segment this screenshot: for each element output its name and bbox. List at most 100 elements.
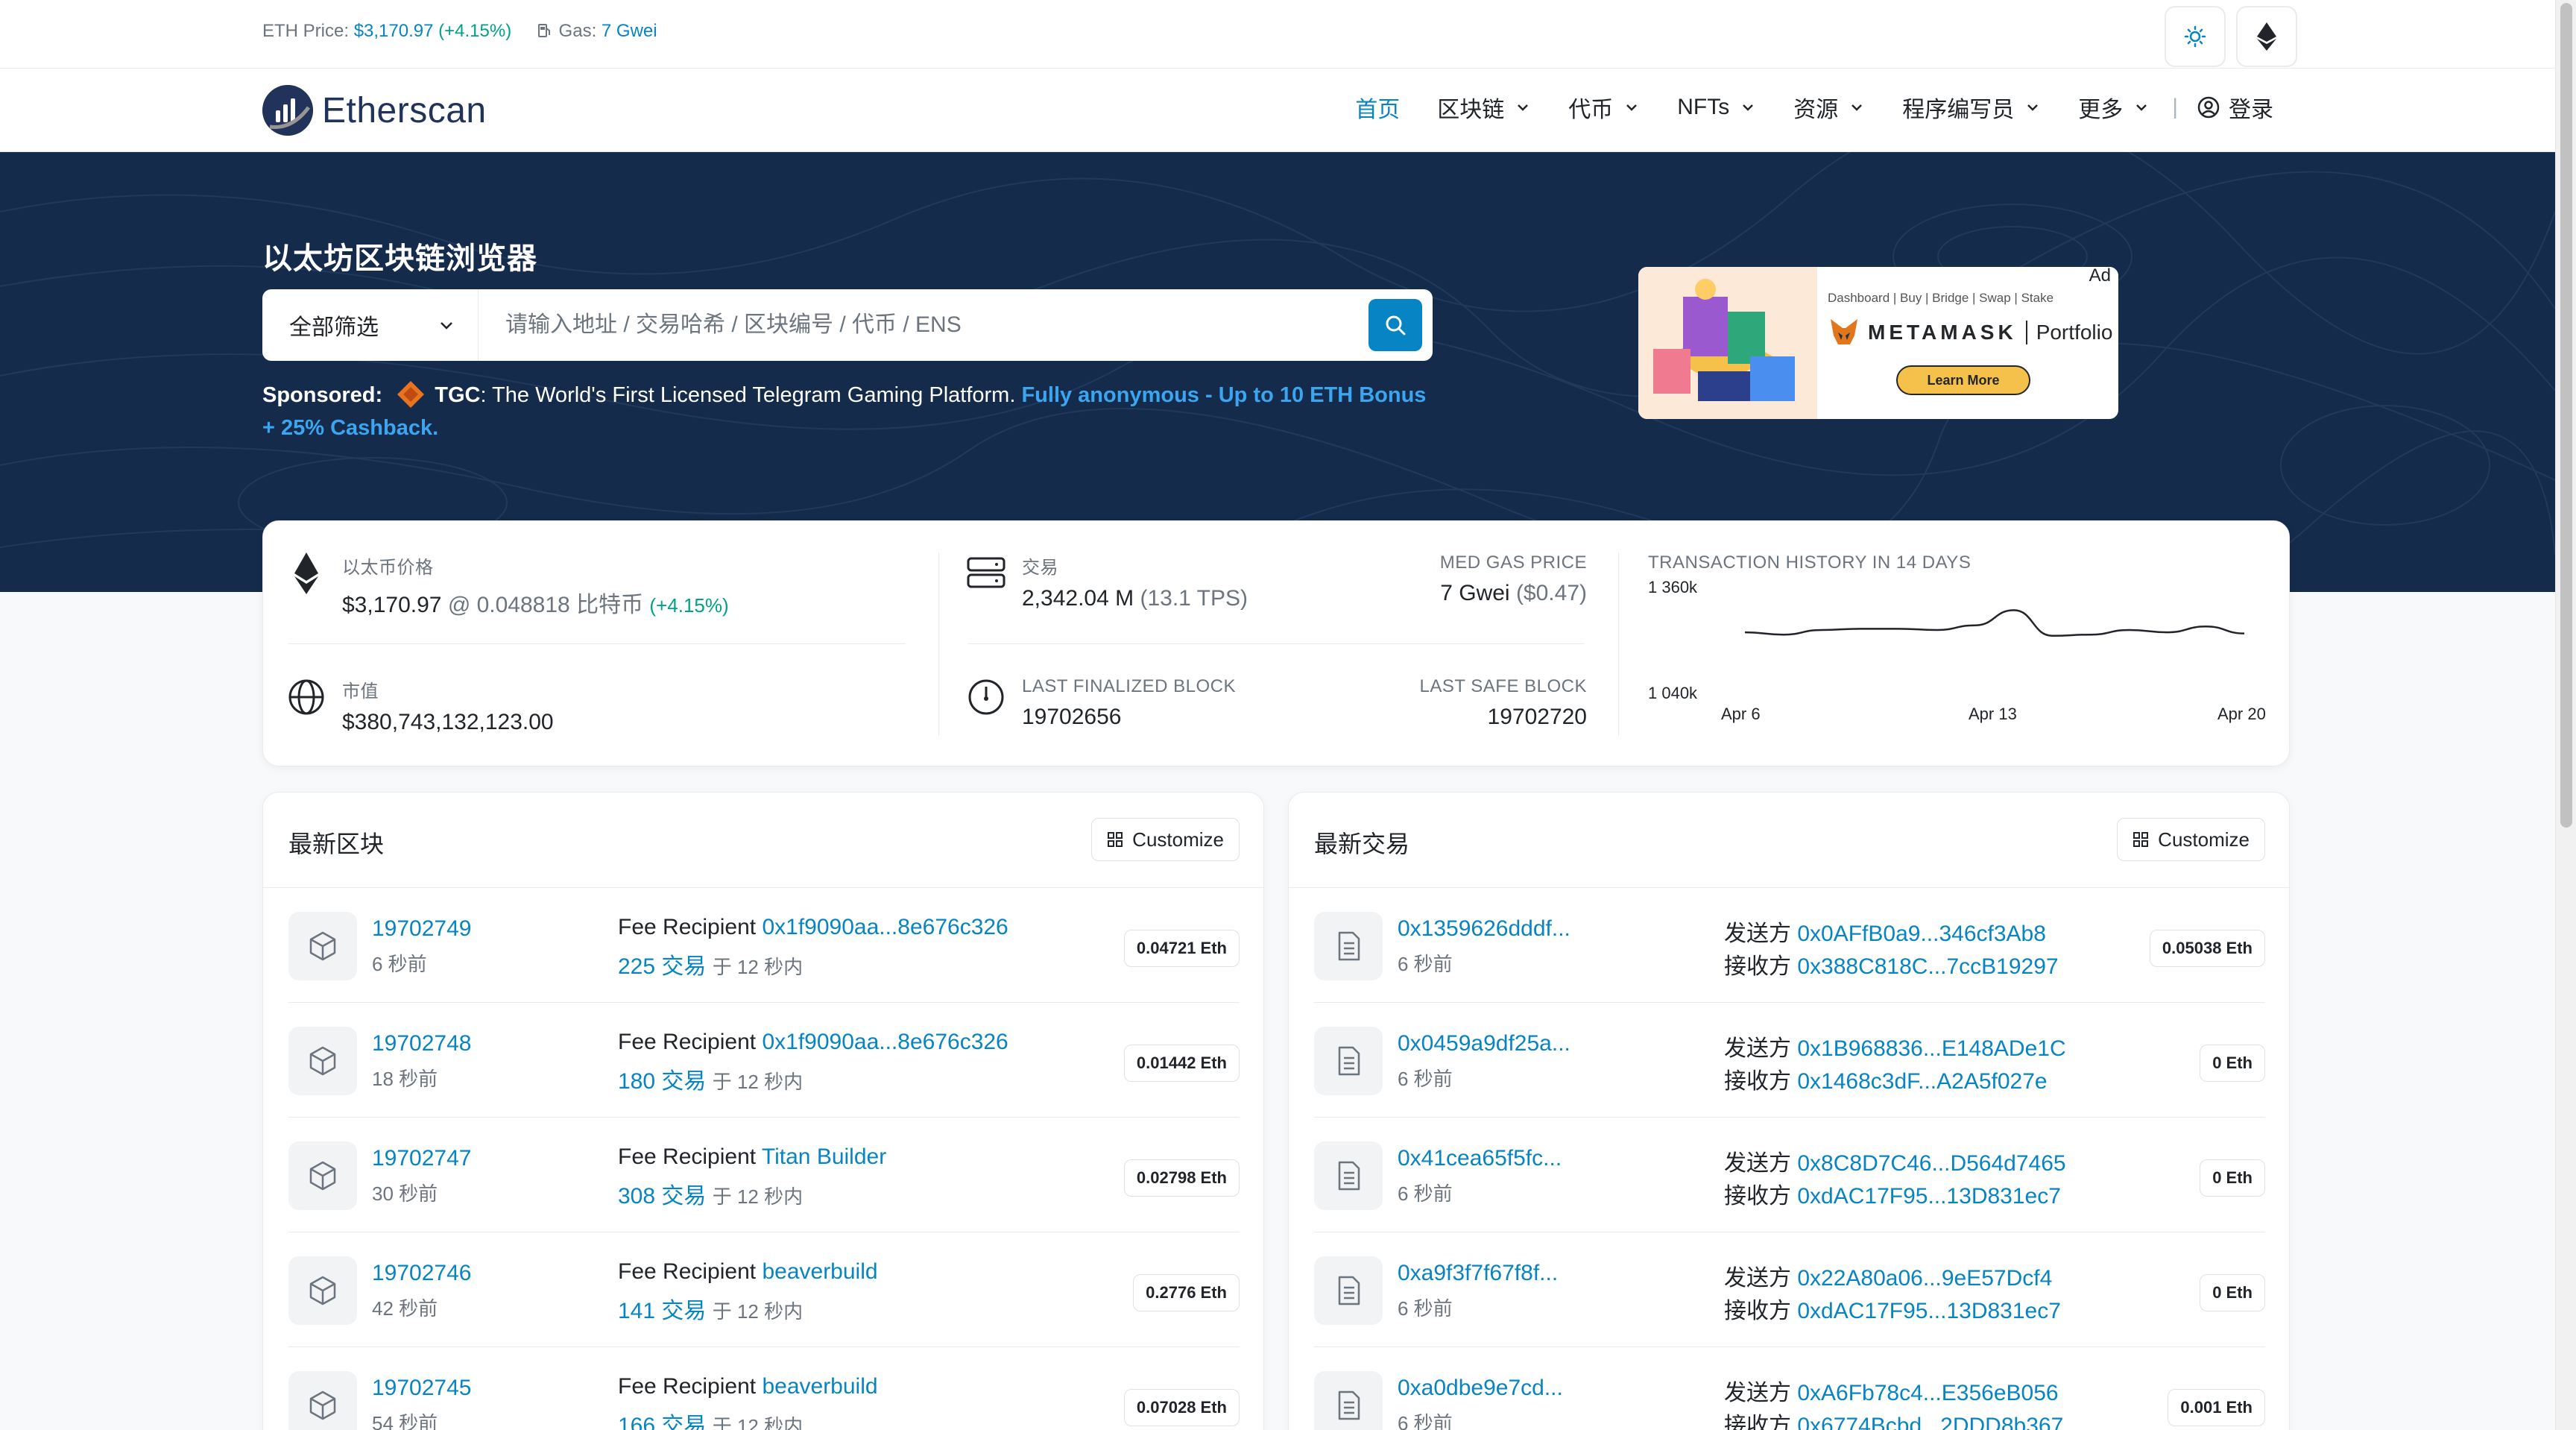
block-txns-link[interactable]: 225 交易 [618, 954, 706, 979]
block-number-link[interactable]: 19702747 [372, 1146, 471, 1171]
nav-more[interactable]: 更多 [2078, 91, 2150, 124]
eth-price-link[interactable]: $3,170.97 (+4.15%) [354, 21, 512, 41]
search-input[interactable] [479, 292, 1368, 359]
data-point[interactable] [2010, 605, 2018, 614]
nav-developers[interactable]: 程序编写员 [1902, 91, 2041, 124]
fee-recipient-label: Fee Recipient [618, 915, 757, 939]
latest-blocks-panel: 最新区块 Customize 19702749 6 秒前 Fee Recipient… [262, 792, 1264, 1430]
transaction-hash-link[interactable]: 0xa9f3f7f67f8f... [1398, 1261, 1558, 1286]
block-txns-link[interactable]: 141 交易 [618, 1299, 706, 1323]
network-switch-button[interactable] [2236, 6, 2297, 67]
transaction-hash-link[interactable]: 0x0459a9df25a... [1398, 1031, 1570, 1056]
data-point[interactable] [2240, 629, 2249, 638]
data-point[interactable] [1894, 624, 1903, 633]
transaction-history-chart[interactable]: TRANSACTION HISTORY IN 14 DAYS 1 360k 1 0… [1648, 552, 2266, 723]
safe-block-value[interactable]: 19702720 [1488, 705, 1587, 729]
ad-learn-more-button[interactable]: Learn More [1896, 365, 2030, 395]
nav-login[interactable]: 登录 [2197, 91, 2273, 124]
from-address-link[interactable]: 0x22A80a06...9eE57Dcf4 [1797, 1266, 2052, 1291]
scrollbar-thumb[interactable] [2560, 3, 2572, 828]
divider [968, 643, 1584, 644]
data-point[interactable] [2201, 622, 2210, 631]
fee-recipient-link[interactable]: beaverbuild [762, 1259, 877, 1284]
block-txns-link[interactable]: 180 交易 [618, 1069, 706, 1094]
finalized-block-value[interactable]: 19702656 [1022, 705, 1121, 729]
data-point[interactable] [1971, 621, 1980, 630]
fee-recipient-label: Fee Recipient [618, 1374, 757, 1399]
nav-home[interactable]: 首页 [1355, 91, 1400, 124]
ad-links: Dashboard | Buy | Bridge | Swap | Stake [1828, 291, 2054, 305]
ether-price-value[interactable]: $3,170.97 [342, 593, 441, 617]
divider [1618, 552, 1619, 736]
block-txns-line: 180 交易 于 12 秒内 [618, 1062, 803, 1095]
transaction-hash-link[interactable]: 0x41cea65f5fc... [1398, 1146, 1562, 1171]
to-address-link[interactable]: 0x388C818C...7ccB19297 [1797, 954, 2058, 979]
nav-blockchain[interactable]: 区块链 [1437, 91, 1531, 124]
latest-blocks-title: 最新区块 [288, 831, 385, 857]
eth-price-change: (+4.15%) [438, 21, 512, 41]
to-address-link[interactable]: 0xdAC17F95...13D831ec7 [1797, 1184, 2061, 1209]
sponsored-label: Sponsored: [262, 383, 383, 407]
grid-icon [2133, 832, 2149, 847]
data-point[interactable] [1933, 626, 1942, 634]
data-point[interactable] [2086, 630, 2095, 639]
from-address-link[interactable]: 0x1B968836...E148ADe1C [1797, 1036, 2065, 1061]
data-point[interactable] [2048, 631, 2056, 640]
from-address-link[interactable]: 0x8C8D7C46...D564d7465 [1797, 1151, 2065, 1176]
block-number-link[interactable]: 19702745 [372, 1376, 471, 1401]
to-address-link[interactable]: 0x1468c3dF...A2A5f027e [1797, 1069, 2047, 1094]
search-filter-select[interactable]: 全部筛选 [262, 289, 479, 361]
data-point[interactable] [1779, 630, 1788, 639]
to-address-link[interactable]: 0x6774Bcbd...2DDD8b367 [1797, 1414, 2063, 1430]
transactions-value[interactable]: 2,342.04 M [1022, 586, 1134, 611]
block-reward-badge: 0.02798 Eth [1123, 1159, 1240, 1197]
block-age: 54 秒前 [372, 1412, 438, 1430]
nav-tokens[interactable]: 代币 [1568, 91, 1640, 124]
block-number-link[interactable]: 19702749 [372, 916, 471, 942]
etherscan-logo[interactable]: Etherscan [262, 84, 487, 137]
cube-icon [309, 1161, 336, 1191]
page-scrollbar[interactable] [2555, 0, 2576, 1430]
fee-recipient-link[interactable]: beaverbuild [762, 1374, 877, 1399]
customize-label: Customize [1132, 828, 1224, 851]
transactions-label: 交易 [1022, 558, 1058, 578]
transaction-age: 6 秒前 [1398, 1412, 1453, 1430]
customize-button[interactable]: Customize [1091, 818, 1240, 861]
block-txns-link[interactable]: 166 交易 [618, 1414, 706, 1430]
data-point[interactable] [1740, 628, 1749, 637]
med-gas-value[interactable]: 7 Gwei [1440, 581, 1509, 605]
from-address-link[interactable]: 0x0AFfB0a9...346cf3Ab8 [1797, 922, 2046, 946]
transaction-tile [1314, 1256, 1383, 1325]
ether-price-value-line: $3,170.97 @ 0.048818 比特币 (+4.15%) [342, 586, 729, 619]
data-point[interactable] [1817, 626, 1826, 634]
data-point[interactable] [1856, 624, 1865, 633]
data-point[interactable] [2163, 628, 2172, 637]
block-row: 19702748 18 秒前 Fee Recipient 0x1f9090aa...… [288, 1003, 1240, 1118]
sponsored-text: Sponsored: TGC: The World's First Licens… [262, 379, 1433, 444]
fee-recipient-link[interactable]: 0x1f9090aa...8e676c326 [762, 915, 1008, 939]
sponsored-description: : The World's First Licensed Telegram Ga… [480, 383, 1022, 407]
ad-brand-name: METAMASK [1868, 321, 2017, 344]
transaction-hash-link[interactable]: 0x1359626dddf... [1398, 916, 1570, 942]
block-number-link[interactable]: 19702746 [372, 1261, 471, 1286]
nav-resources-label: 资源 [1793, 98, 1839, 122]
block-txns-link[interactable]: 308 交易 [618, 1184, 706, 1209]
tgc-logo-icon [397, 381, 425, 408]
search-button[interactable] [1368, 299, 1422, 351]
block-age: 18 秒前 [372, 1068, 438, 1090]
fee-recipient-link[interactable]: 0x1f9090aa...8e676c326 [762, 1030, 1008, 1054]
nav-nfts[interactable]: NFTs [1677, 95, 1756, 120]
gas-value-link[interactable]: 7 Gwei [602, 21, 657, 41]
theme-toggle-button[interactable] [2165, 6, 2226, 67]
logo-wordmark: Etherscan [322, 90, 487, 130]
block-number-link[interactable]: 19702748 [372, 1031, 471, 1056]
block-txns-line: 308 交易 于 12 秒内 [618, 1177, 803, 1210]
fee-recipient-link[interactable]: Titan Builder [762, 1144, 886, 1169]
from-address-link[interactable]: 0xA6Fb78c4...E356eB056 [1797, 1381, 2058, 1405]
transaction-hash-link[interactable]: 0xa0dbe9e7cd... [1398, 1376, 1563, 1401]
customize-button[interactable]: Customize [2117, 818, 2265, 861]
data-point[interactable] [2124, 626, 2133, 634]
to-address-link[interactable]: 0xdAC17F95...13D831ec7 [1797, 1299, 2061, 1323]
ad-banner[interactable]: Dashboard | Buy | Bridge | Swap | Stake … [1638, 267, 2118, 419]
nav-resources[interactable]: 资源 [1793, 91, 1865, 124]
